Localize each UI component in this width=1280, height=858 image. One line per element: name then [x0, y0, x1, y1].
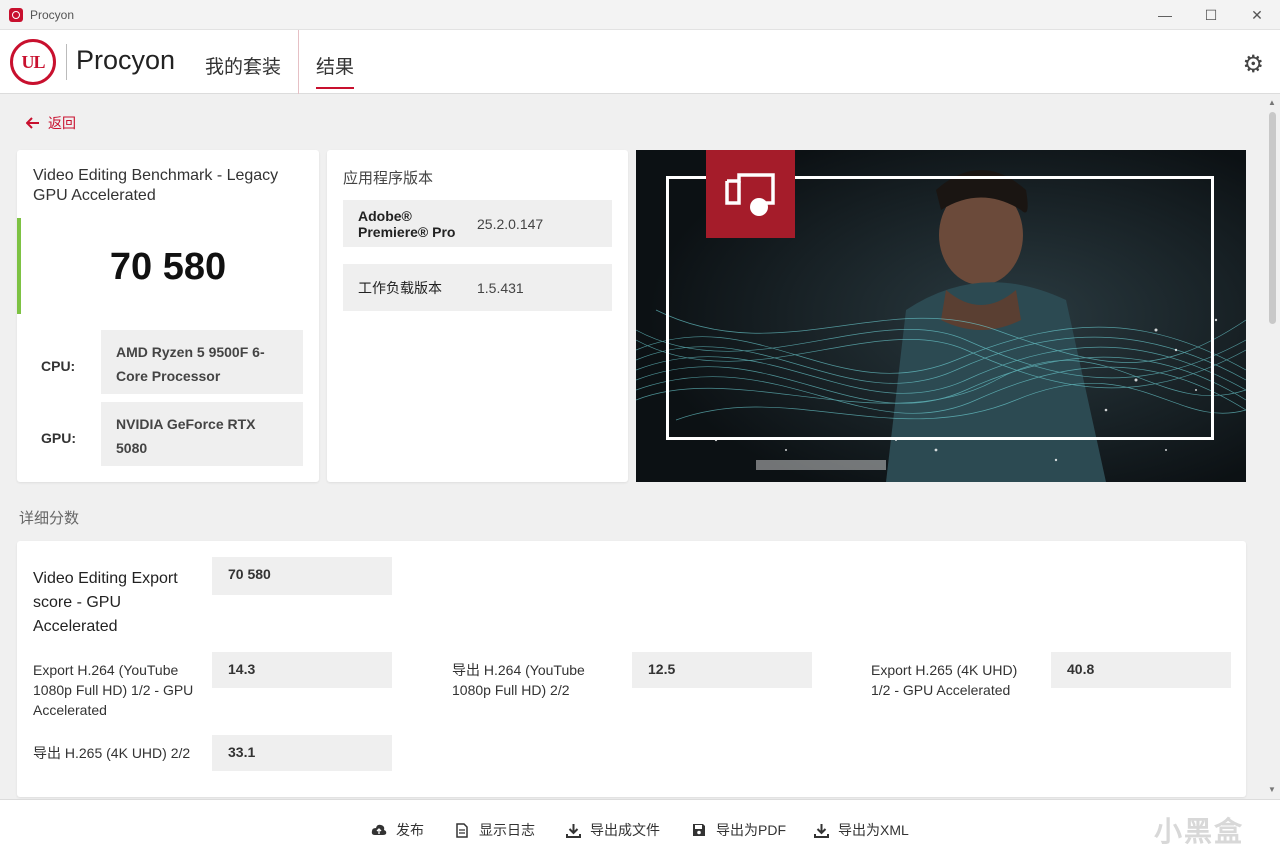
minimize-button[interactable]: —: [1142, 0, 1188, 30]
export-file-label: 导出成文件: [590, 822, 660, 838]
arrow-left-icon: [26, 117, 39, 129]
cloud-upload-icon: [371, 822, 387, 838]
show-log-button[interactable]: 显示日志: [454, 820, 535, 840]
download-icon: [813, 822, 829, 838]
watermark: 小黑盒: [1153, 816, 1244, 847]
version-value: 25.2.0.147: [477, 215, 544, 232]
benchmark-hero-image: [636, 150, 1246, 482]
logo-separator: [66, 44, 67, 80]
scroll-down-arrow-icon[interactable]: ▼: [1268, 785, 1276, 794]
subscore-label: Export H.265 (4K UHD) 1/2 - GPU Accelera…: [871, 662, 1018, 698]
back-link[interactable]: 返回: [26, 113, 76, 133]
main-score-label: Video Editing Export score - GPU Acceler…: [33, 570, 178, 635]
bottom-action-bar: 发布 显示日志 导出成文件 导出为PDF 导出为XML 小黑盒: [0, 799, 1280, 858]
subscore-label: Export H.264 (YouTube 1080p Full HD) 1/2…: [33, 662, 194, 718]
window-controls: — ☐ ✕: [1142, 0, 1280, 30]
logo-text: UL: [21, 51, 45, 72]
subscore-value: 12.5: [632, 652, 812, 688]
gear-icon[interactable]: ⚙: [1242, 50, 1264, 79]
nav-divider: [298, 30, 299, 94]
export-xml-button[interactable]: 导出为XML: [813, 820, 909, 840]
app-versions-card: 应用程序版本 Adobe® Premiere® Pro 25.2.0.147 工…: [327, 150, 628, 482]
subscore-label: 导出 H.265 (4K UHD) 2/2: [33, 745, 191, 761]
save-icon: [691, 822, 707, 838]
cpu-label: CPU:: [41, 358, 76, 374]
score-card: Video Editing Benchmark - Legacy GPU Acc…: [17, 150, 319, 482]
export-pdf-button[interactable]: 导出为PDF: [691, 820, 786, 840]
version-row: Adobe® Premiere® Pro 25.2.0.147: [343, 200, 612, 247]
subscore-value: 33.1: [212, 735, 392, 771]
publish-button[interactable]: 发布: [371, 820, 424, 840]
subscore-label: 导出 H.264 (YouTube 1080p Full HD) 2/2: [452, 662, 585, 698]
close-button[interactable]: ✕: [1234, 0, 1280, 30]
video-editing-icon: [706, 150, 795, 238]
maximize-button[interactable]: ☐: [1188, 0, 1234, 30]
benchmark-title: Video Editing Benchmark - Legacy GPU Acc…: [33, 167, 279, 204]
app-header: UL Procyon 我的套装 结果 ⚙: [0, 30, 1280, 94]
back-label: 返回: [48, 115, 76, 131]
versions-title: 应用程序版本: [343, 169, 434, 187]
version-name: 工作负载版本: [358, 279, 442, 296]
version-row: 工作负载版本 1.5.431: [343, 264, 612, 311]
gpu-value: NVIDIA GeForce RTX 5080: [101, 402, 303, 466]
version-name: Adobe® Premiere® Pro: [358, 207, 456, 240]
subscore-value: 14.3: [212, 652, 392, 688]
app-icon: [9, 7, 23, 22]
download-icon: [565, 822, 581, 838]
vertical-scrollbar[interactable]: ▲ ▼: [1266, 96, 1278, 796]
tab-results[interactable]: 结果: [316, 52, 355, 89]
overall-score: 70 580: [109, 246, 227, 288]
gpu-label: GPU:: [41, 430, 76, 446]
detailed-scores-heading: 详细分数: [19, 509, 80, 527]
subscore-value: 40.8: [1051, 652, 1231, 688]
window-title: Procyon: [30, 7, 75, 22]
cpu-value: AMD Ryzen 5 9500F 6-Core Processor: [101, 330, 303, 394]
export-pdf-label: 导出为PDF: [716, 822, 786, 838]
show-log-label: 显示日志: [479, 822, 535, 838]
tab-my-suites[interactable]: 我的套装: [205, 52, 281, 79]
main-score-value: 70 580: [212, 557, 392, 595]
scroll-thumb[interactable]: [1269, 112, 1276, 324]
export-xml-label: 导出为XML: [838, 822, 909, 838]
version-value: 1.5.431: [477, 279, 524, 296]
scroll-up-arrow-icon[interactable]: ▲: [1268, 98, 1276, 107]
document-icon: [454, 822, 470, 838]
detailed-scores-card: Video Editing Export score - GPU Acceler…: [17, 541, 1246, 797]
title-bar: Procyon — ☐ ✕: [0, 0, 1280, 30]
brand-name: Procyon: [76, 45, 176, 75]
export-file-button[interactable]: 导出成文件: [565, 820, 660, 840]
publish-label: 发布: [396, 822, 424, 838]
ul-logo: UL: [10, 39, 56, 85]
